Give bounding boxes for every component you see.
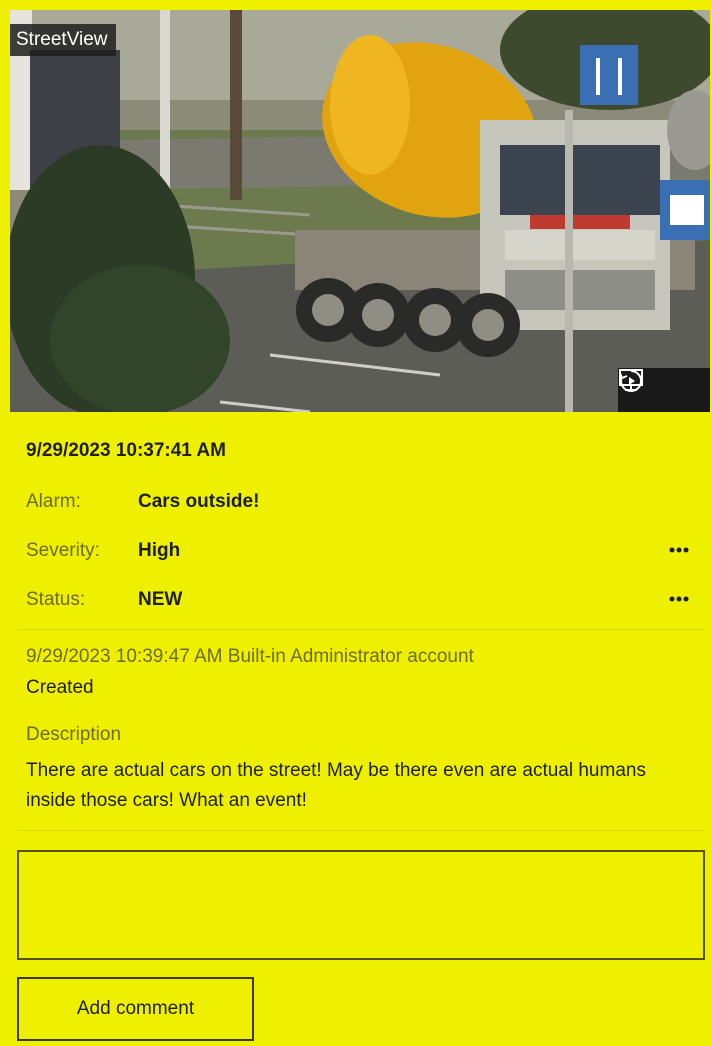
more-options-icon[interactable] <box>666 586 692 612</box>
status-value: NEW <box>138 589 183 610</box>
history-entry-action: Created <box>26 677 94 698</box>
severity-row: Severity: High <box>26 537 692 567</box>
section-divider <box>18 629 704 630</box>
camera-image <box>10 10 710 412</box>
alarm-timestamp: 9/29/2023 10:37:41 AM <box>26 440 226 461</box>
alarm-name-value: Cars outside! <box>138 491 260 512</box>
status-row: Status: NEW <box>26 586 692 616</box>
alarm-details-panel: StreetView 9/29/2023 10:37:41 AM Alarm: … <box>0 0 712 1046</box>
camera-name-label: StreetView <box>10 24 116 56</box>
camera-controls <box>618 368 710 412</box>
alarm-name-label: Alarm: <box>26 491 81 512</box>
camera-view[interactable]: StreetView <box>10 10 710 412</box>
section-divider <box>18 830 704 831</box>
description-text: There are actual cars on the street! May… <box>26 760 646 811</box>
severity-label: Severity: <box>26 540 100 561</box>
alarm-name-row: Alarm: Cars outside! <box>26 488 692 518</box>
description-label: Description <box>26 724 122 745</box>
more-options-icon[interactable] <box>666 537 692 563</box>
playback-icon[interactable] <box>619 369 705 408</box>
status-label: Status: <box>26 589 86 610</box>
severity-value: High <box>138 540 181 561</box>
comment-input[interactable] <box>17 850 705 960</box>
history-entry-meta: 9/29/2023 10:39:47 AM Built-in Administr… <box>26 646 474 667</box>
add-comment-button[interactable]: Add comment <box>17 977 254 1041</box>
